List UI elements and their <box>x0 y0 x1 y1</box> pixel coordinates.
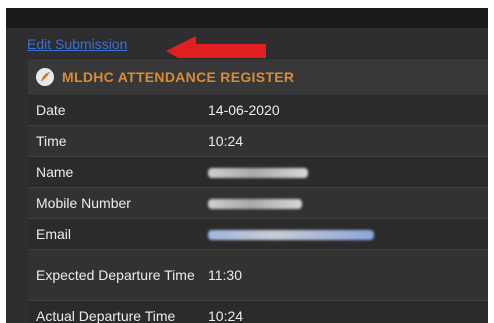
row-actual-departure: Actual Departure Time 10:24 <box>28 301 488 323</box>
row-mobile: Mobile Number <box>28 188 488 219</box>
row-label: Actual Departure Time <box>36 307 176 323</box>
row-date: Date 14-06-2020 <box>28 95 488 126</box>
row-label: Expected Departure Time <box>36 266 195 283</box>
top-bar <box>6 8 488 28</box>
edit-submission-link[interactable]: Edit Submission <box>27 36 127 52</box>
row-label: Email <box>36 225 72 242</box>
form-header: MLDHC ATTENDANCE REGISTER <box>28 59 488 95</box>
feather-logo-icon <box>36 68 54 86</box>
row-value: 14-06-2020 <box>208 102 280 118</box>
row-name: Name <box>28 157 488 188</box>
row-value-redacted <box>198 195 302 211</box>
row-value-redacted <box>198 164 308 180</box>
attendance-form-panel: MLDHC ATTENDANCE REGISTER Date 14-06-202… <box>28 58 488 323</box>
row-label: Mobile Number <box>36 194 131 211</box>
row-label: Date <box>36 101 66 118</box>
row-time: Time 10:24 <box>28 126 488 157</box>
row-email: Email <box>28 219 488 250</box>
email-link-redacted[interactable] <box>198 226 374 242</box>
form-rows: Date 14-06-2020 Time 10:24 Name Mobile N… <box>28 95 488 323</box>
row-label: Name <box>36 163 74 180</box>
row-value: 10:24 <box>208 308 244 323</box>
row-value: 10:24 <box>208 133 244 149</box>
row-label: Time <box>36 132 67 149</box>
row-value: 11:30 <box>208 267 242 283</box>
row-expected-departure: Expected Departure Time 11:30 <box>28 250 488 301</box>
app-screen: Edit Submission MLDHC ATTENDANCE REGISTE… <box>6 8 488 323</box>
form-title: MLDHC ATTENDANCE REGISTER <box>62 69 295 85</box>
